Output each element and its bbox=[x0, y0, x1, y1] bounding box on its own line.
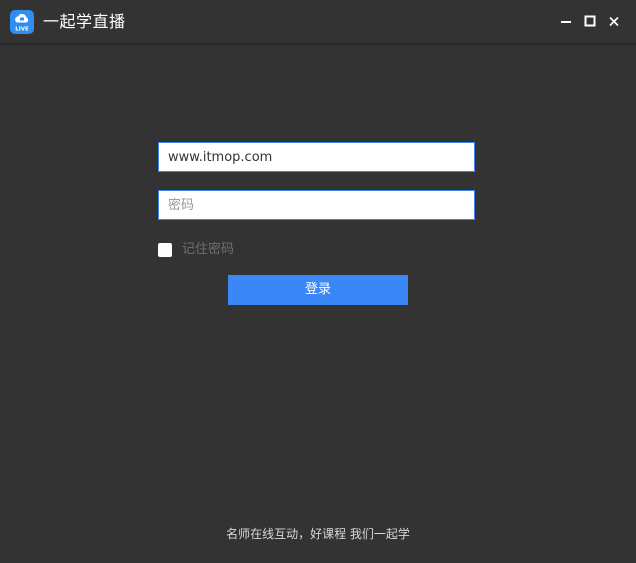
close-icon bbox=[609, 16, 619, 27]
app-title: 一起学直播 bbox=[43, 12, 126, 31]
minimize-icon bbox=[561, 21, 571, 23]
login-button[interactable]: 登录 bbox=[228, 275, 408, 305]
cloud-live-icon: LIVE bbox=[10, 10, 34, 34]
remember-password-checkbox[interactable] bbox=[158, 243, 172, 257]
password-input[interactable] bbox=[158, 190, 475, 220]
remember-password-label: 记住密码 bbox=[182, 242, 235, 257]
title-bar[interactable]: LIVE 一起学直播 bbox=[0, 0, 636, 43]
account-input[interactable] bbox=[158, 142, 475, 172]
app-icon-text: LIVE bbox=[15, 27, 29, 33]
footer-slogan: 名师在线互动，好课程 我们一起学 bbox=[226, 527, 410, 541]
close-button[interactable] bbox=[605, 12, 623, 30]
maximize-icon bbox=[584, 15, 596, 27]
minimize-button[interactable] bbox=[557, 12, 575, 30]
maximize-button[interactable] bbox=[581, 12, 599, 30]
